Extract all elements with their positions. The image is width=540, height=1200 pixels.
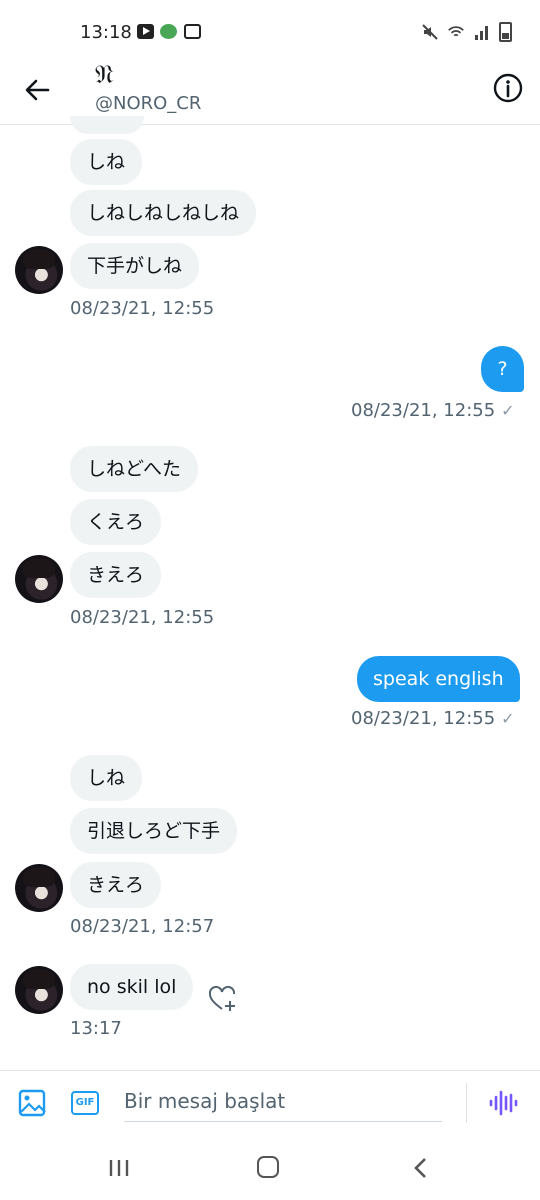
message-bubble[interactable]: きえろ — [70, 862, 162, 908]
message-timestamp: 08/23/21, 12:57 — [70, 916, 215, 937]
signal-icon — [475, 26, 488, 40]
message-bubble-partial — [70, 116, 144, 134]
message-bubble[interactable]: しね — [70, 139, 143, 185]
message-bubble[interactable]: no skil lol — [70, 964, 194, 1010]
home-button[interactable] — [257, 1156, 279, 1178]
message-input[interactable] — [124, 1081, 442, 1122]
outgoing-message-bubble[interactable]: speak english — [357, 656, 520, 702]
message-bubble[interactable]: きえろ — [70, 552, 162, 598]
avatar[interactable] — [15, 864, 63, 912]
outgoing-timestamp: 08/23/21, 12:55 ✓ — [351, 708, 515, 729]
message-bubble[interactable]: しねどへた — [70, 446, 199, 492]
status-bar: 13:18 — [0, 0, 540, 62]
gif-icon[interactable]: GIF — [71, 1091, 99, 1115]
check-icon: ✓ — [501, 709, 515, 728]
message-bubble[interactable]: 下手がしね — [70, 243, 200, 289]
composer-divider — [466, 1083, 467, 1123]
avatar[interactable] — [15, 966, 63, 1014]
message-timestamp: 08/23/21, 12:55 — [70, 607, 215, 628]
message-composer: GIF — [0, 1070, 540, 1135]
outgoing-message-bubble[interactable]: ? — [481, 346, 524, 392]
nav-back-icon[interactable] — [410, 1156, 432, 1180]
status-icons — [421, 22, 512, 42]
back-arrow-icon[interactable] — [20, 72, 56, 108]
outgoing-timestamp: 08/23/21, 12:55 ✓ — [351, 400, 515, 421]
mute-icon — [422, 24, 438, 40]
battery-icon — [499, 22, 512, 42]
info-icon[interactable] — [492, 72, 524, 104]
message-timestamp: 08/23/21, 12:55 — [351, 708, 496, 729]
home-notification-icon — [160, 24, 177, 39]
avatar[interactable] — [15, 246, 63, 294]
image-icon[interactable] — [18, 1089, 46, 1117]
message-bubble[interactable]: しね — [70, 755, 143, 801]
voice-icon[interactable] — [488, 1089, 518, 1117]
status-time: 13:18 — [80, 22, 132, 43]
youtube-notification-icon — [137, 24, 154, 39]
contact-handle[interactable]: @NORO_CR — [95, 93, 201, 114]
avatar[interactable] — [15, 555, 63, 603]
message-bubble[interactable]: 引退しろど下手 — [70, 808, 238, 854]
recent-apps-icon[interactable] — [108, 1158, 130, 1178]
message-bubble[interactable]: くえろ — [70, 499, 162, 545]
check-icon: ✓ — [501, 401, 515, 420]
system-navigation-bar — [0, 1134, 540, 1200]
message-timestamp: 08/23/21, 12:55 — [351, 400, 496, 421]
gallery-notification-icon — [184, 24, 201, 39]
contact-name[interactable]: 𝔑 — [95, 60, 114, 91]
heart-plus-icon[interactable] — [207, 983, 239, 1013]
message-timestamp: 08/23/21, 12:55 — [70, 298, 215, 319]
message-bubble[interactable]: しねしねしねしね — [70, 190, 257, 236]
wifi-icon — [448, 26, 464, 37]
message-timestamp: 13:17 — [70, 1018, 122, 1039]
